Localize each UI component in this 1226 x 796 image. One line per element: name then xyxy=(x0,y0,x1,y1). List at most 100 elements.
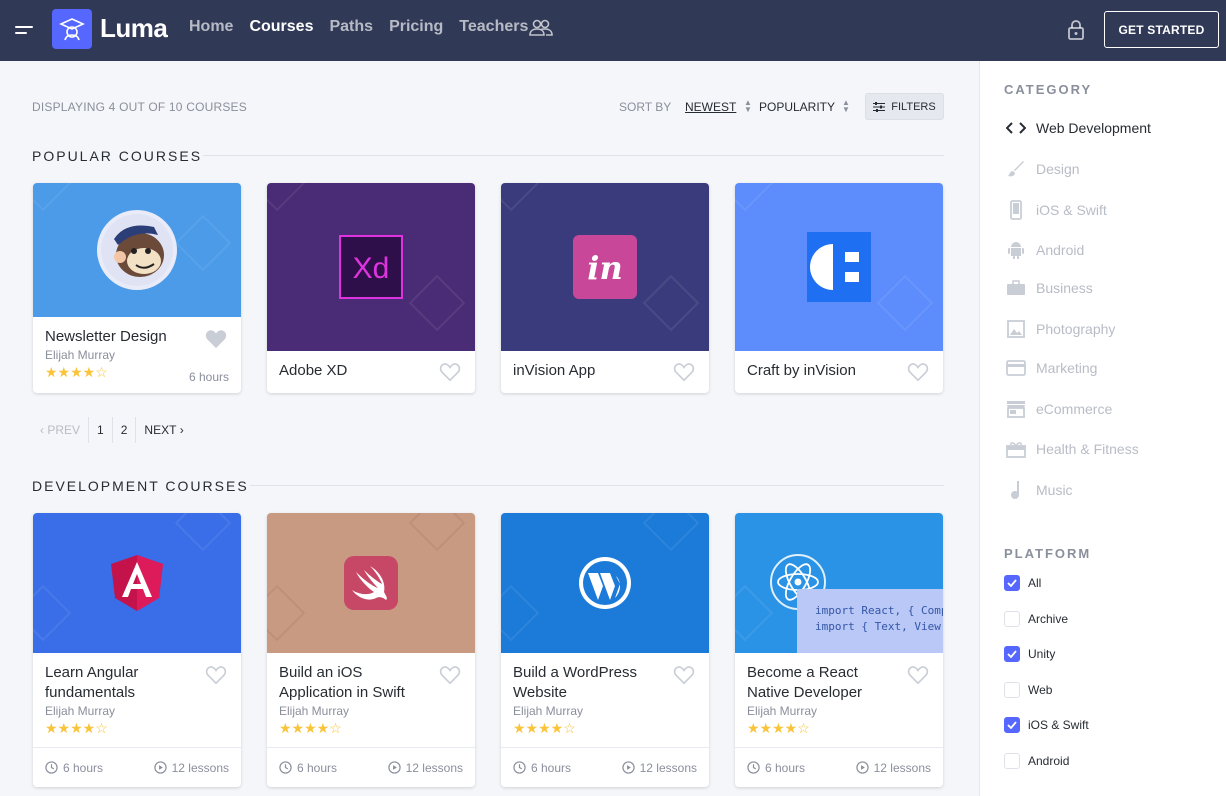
category-label: Photography xyxy=(1036,321,1116,337)
lock-icon[interactable] xyxy=(1066,19,1086,46)
get-started-button[interactable]: GET STARTED xyxy=(1104,11,1219,48)
favorite-heart-icon[interactable] xyxy=(439,665,461,690)
course-duration: 6 hours xyxy=(765,760,806,775)
pagination-next[interactable]: NEXT › xyxy=(135,417,191,443)
graduation-logo-icon[interactable] xyxy=(52,9,92,49)
favorite-heart-icon[interactable] xyxy=(907,362,929,387)
course-meta: 6 hours 12 lessons xyxy=(267,747,475,787)
course-card[interactable]: Xd Adobe XD xyxy=(267,183,475,393)
course-title-line1[interactable]: Build an iOS xyxy=(279,663,463,683)
platform-all[interactable]: All xyxy=(1004,575,1041,591)
course-title-line2[interactable]: Application in Swift xyxy=(279,683,463,703)
nav-teachers[interactable]: Teachers xyxy=(459,18,528,36)
platform-ios-swift[interactable]: iOS & Swift xyxy=(1004,717,1089,733)
platform-archive[interactable]: Archive xyxy=(1004,611,1068,627)
course-title-line2[interactable]: Website xyxy=(513,683,697,703)
image-icon xyxy=(1006,320,1026,338)
nav-home[interactable]: Home xyxy=(189,18,233,36)
brand-name[interactable]: Luma xyxy=(100,13,168,44)
platform-label: Android xyxy=(1028,754,1070,768)
sort-popularity[interactable]: POPULARITY xyxy=(759,100,835,114)
course-lessons: 12 lessons xyxy=(639,760,697,775)
clock-icon xyxy=(279,761,292,774)
course-card[interactable]: Newsletter Design Elijah Murray ★★★★☆ 6 … xyxy=(33,183,241,393)
category-business[interactable]: Business xyxy=(1006,280,1093,296)
nav-courses[interactable]: Courses xyxy=(249,18,313,36)
filters-label: FILTERS xyxy=(891,100,936,113)
rating-stars: ★★★★☆ xyxy=(45,720,108,736)
course-lessons: 12 lessons xyxy=(405,760,463,775)
favorite-heart-icon[interactable] xyxy=(673,362,695,387)
pagination-page-1[interactable]: 1 xyxy=(88,417,112,443)
platform-android[interactable]: Android xyxy=(1004,753,1069,769)
course-title-line2[interactable]: fundamentals xyxy=(45,683,229,703)
checkbox[interactable] xyxy=(1004,611,1020,627)
invision-icon: in xyxy=(573,235,637,299)
pagination-page-2[interactable]: 2 xyxy=(111,417,136,443)
category-label: Android xyxy=(1036,242,1085,258)
category-photography[interactable]: Photography xyxy=(1006,320,1115,338)
popular-courses-title: POPULAR COURSES xyxy=(32,148,203,164)
course-title[interactable]: Craft by inVision xyxy=(747,361,931,381)
play-circle-icon xyxy=(855,761,869,774)
course-title-line2[interactable]: Native Developer xyxy=(747,683,931,703)
checkbox[interactable] xyxy=(1004,753,1020,769)
category-design[interactable]: Design xyxy=(1006,160,1080,178)
course-title[interactable]: inVision App xyxy=(513,361,697,381)
platform-title: PLATFORM xyxy=(1004,546,1092,561)
course-title-line1[interactable]: Become a React xyxy=(747,663,931,683)
category-web-development[interactable]: Web Development xyxy=(1006,120,1151,136)
checkbox[interactable] xyxy=(1004,682,1020,698)
nav-paths[interactable]: Paths xyxy=(329,18,373,36)
favorite-heart-icon[interactable] xyxy=(439,362,461,387)
course-thumbnail xyxy=(501,513,709,653)
code-line: import { Text, View xyxy=(815,620,941,633)
course-thumbnail xyxy=(267,513,475,653)
category-health-fitness[interactable]: Health & Fitness xyxy=(1006,440,1139,458)
course-card[interactable]: Build an iOS Application in Swift Elijah… xyxy=(267,513,475,787)
people-icon[interactable] xyxy=(529,18,553,43)
course-author: Elijah Murray xyxy=(747,704,818,718)
category-ios-swift[interactable]: iOS & Swift xyxy=(1006,200,1107,220)
category-android[interactable]: Android xyxy=(1006,240,1084,260)
filters-button[interactable]: FILTERS xyxy=(865,93,944,120)
clock-icon xyxy=(45,761,58,774)
course-card[interactable]: Learn Angular fundamentals Elijah Murray… xyxy=(33,513,241,787)
category-ecommerce[interactable]: eCommerce xyxy=(1006,400,1112,418)
category-music[interactable]: Music xyxy=(1006,480,1073,500)
course-title[interactable]: Adobe XD xyxy=(279,361,463,381)
code-line: import React, { Comp xyxy=(815,604,943,617)
course-title[interactable]: Newsletter Design xyxy=(45,327,229,347)
course-card[interactable]: Build a WordPress Website Elijah Murray … xyxy=(501,513,709,787)
store-icon xyxy=(1006,400,1026,418)
course-title-line1[interactable]: Learn Angular xyxy=(45,663,229,683)
sort-newest[interactable]: NEWEST xyxy=(685,100,736,114)
nav-pricing[interactable]: Pricing xyxy=(389,18,443,36)
platform-label: Unity xyxy=(1028,647,1056,661)
menu-icon[interactable] xyxy=(15,26,35,36)
course-duration: 6 hours xyxy=(188,370,229,384)
sort-arrows-icon: ▲ ▼ xyxy=(744,98,752,114)
platform-web[interactable]: Web xyxy=(1004,682,1052,698)
favorite-heart-icon[interactable] xyxy=(907,665,929,690)
pagination-prev[interactable]: ‹ PREV xyxy=(32,417,88,443)
favorite-heart-icon[interactable] xyxy=(673,665,695,690)
clock-icon xyxy=(747,761,760,774)
category-marketing[interactable]: Marketing xyxy=(1006,360,1097,376)
course-author: Elijah Murray xyxy=(279,704,350,718)
platform-label: Archive xyxy=(1028,612,1069,626)
course-duration: 6 hours xyxy=(297,760,338,775)
favorite-heart-icon[interactable] xyxy=(205,665,227,690)
course-thumbnail xyxy=(33,513,241,653)
divider xyxy=(203,155,944,156)
course-card[interactable]: Craft by inVision xyxy=(735,183,943,393)
course-title-line1[interactable]: Build a WordPress xyxy=(513,663,697,683)
checkbox-checked[interactable] xyxy=(1004,575,1020,591)
favorite-heart-icon[interactable] xyxy=(205,329,227,354)
platform-unity[interactable]: Unity xyxy=(1004,646,1055,662)
checkbox-checked[interactable] xyxy=(1004,646,1020,662)
course-card[interactable]: in inVision App xyxy=(501,183,709,393)
code-icon xyxy=(1006,121,1026,135)
checkbox-checked[interactable] xyxy=(1004,717,1020,733)
course-card[interactable]: import React, { Comp import { Text, View… xyxy=(735,513,943,787)
